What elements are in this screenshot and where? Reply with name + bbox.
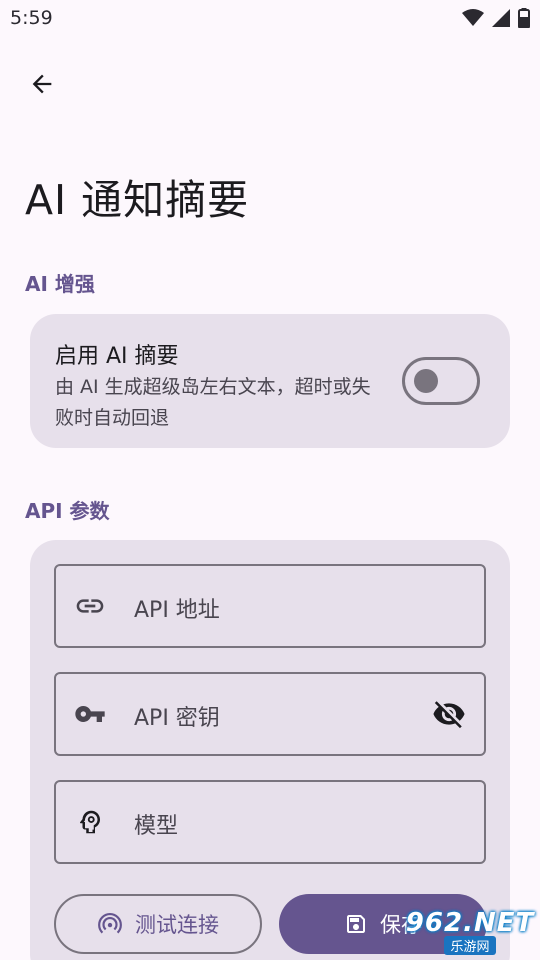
enable-ai-description: 由 AI 生成超级岛左右文本，超时或失败时自动回退 [55,376,371,429]
watermark-main: 962.NET [405,907,535,938]
link-icon [74,592,106,620]
wifi-icon [462,9,484,26]
signal-icon [492,9,510,27]
enable-ai-card[interactable]: 启用 AI 摘要 由 AI 生成超级岛左右文本，超时或失败时自动回退 [30,314,510,448]
toggle-knob [414,369,438,393]
watermark-sub: 乐游网 [444,935,496,955]
test-connection-button[interactable]: 测试连接 [54,894,262,954]
api-url-field[interactable]: API 地址 [54,564,486,648]
api-params-card: API 地址 API 密钥 模型 测试连接 保存 [30,540,510,960]
api-key-field[interactable]: API 密钥 [54,672,486,756]
psychology-icon [74,808,106,836]
enable-ai-title: 启用 AI 摘要 [55,344,179,369]
arrow-back-icon [32,74,52,94]
section-label-ai: AI 增强 [25,272,95,296]
api-url-label: API 地址 [134,598,220,623]
test-connection-label: 测试连接 [135,913,219,937]
status-icons [462,8,530,28]
model-field[interactable]: 模型 [54,780,486,864]
model-label: 模型 [134,814,179,839]
back-button[interactable] [18,62,66,106]
page-title: AI 通知摘要 [25,176,250,224]
watermark-logo: 962.NET 乐游网 [404,907,536,955]
visibility-off-icon[interactable] [432,699,466,729]
key-icon [74,700,106,728]
api-key-label: API 密钥 [134,706,220,731]
battery-icon [518,8,530,28]
status-bar: 5:59 [0,0,540,36]
wireless-icon [98,913,122,934]
save-icon [347,915,365,933]
status-time: 5:59 [10,7,53,29]
section-label-api: API 参数 [25,499,110,523]
enable-ai-toggle[interactable] [402,357,480,405]
